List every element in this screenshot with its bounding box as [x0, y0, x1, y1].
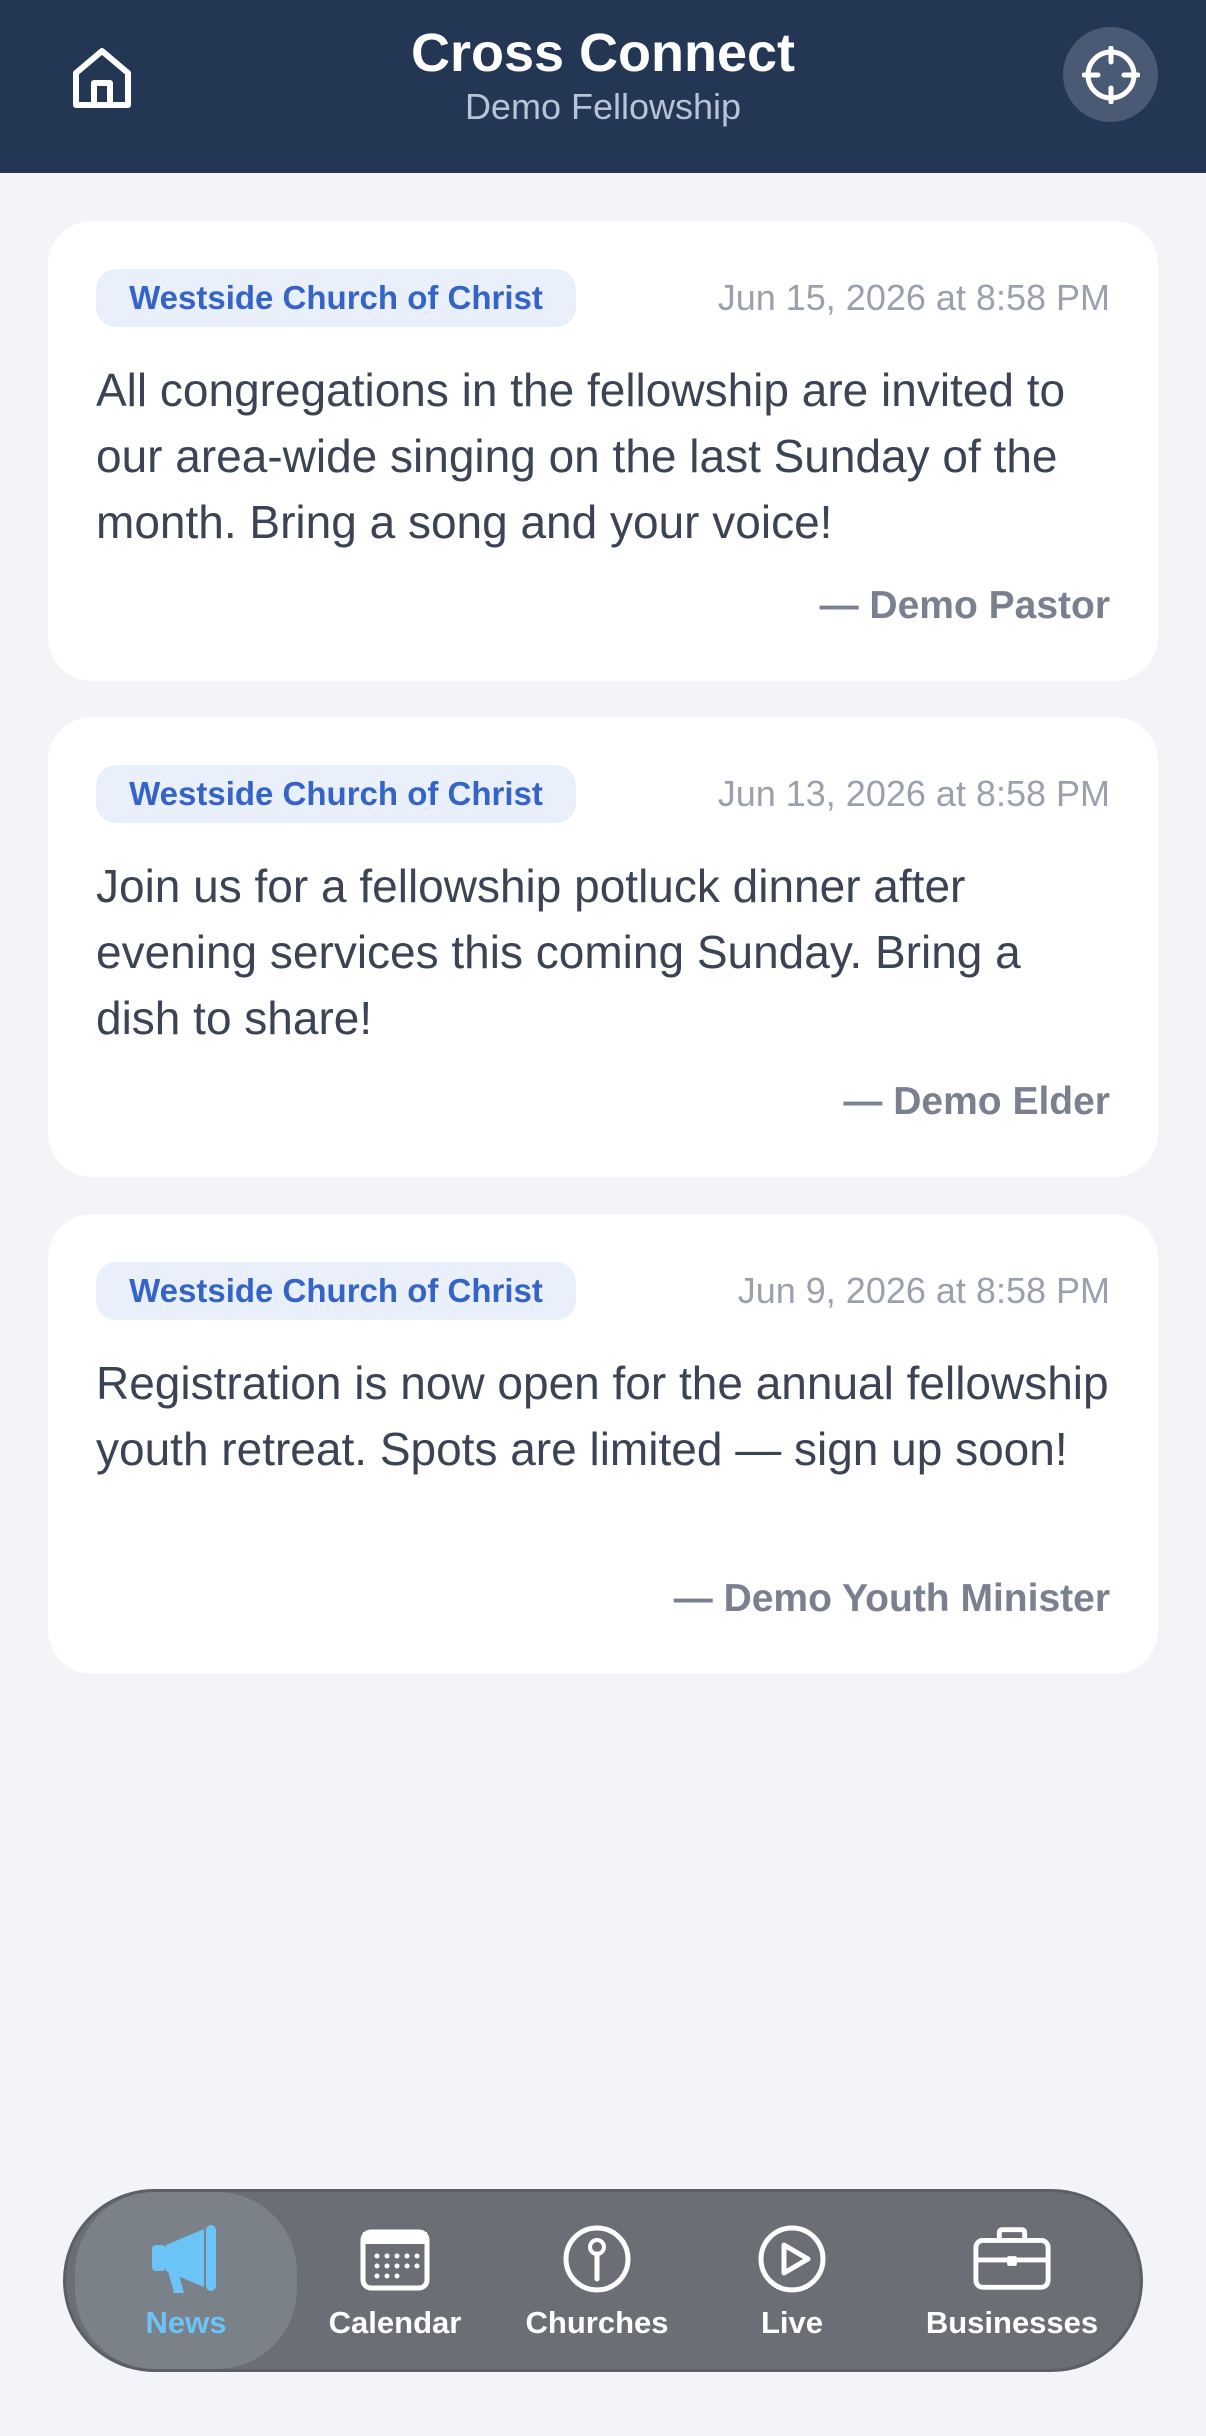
post-body: All congregations in the fellowship are … — [96, 364, 1066, 548]
post-body: Join us for a fellowship potluck dinner … — [96, 860, 1021, 1044]
post-author: — Demo Youth Minister — [673, 1577, 1110, 1620]
post-date: Jun 13, 2026 at 8:58 PM — [717, 773, 1110, 814]
post-author: — Demo Elder — [843, 1080, 1110, 1123]
church-tag[interactable]: Westside Church of Christ — [96, 1262, 576, 1320]
news-card[interactable]: Westside Church of Christ Jun 9, 2026 at… — [48, 1214, 1158, 1674]
tab-news[interactable]: News — [75, 2192, 297, 2369]
tab-label: Live — [760, 2304, 824, 2340]
tab-label: Churches — [525, 2304, 669, 2340]
post-date: Jun 15, 2026 at 8:58 PM — [717, 277, 1110, 318]
tab-businesses[interactable]: Businesses — [912, 2192, 1112, 2369]
app-subtitle: Demo Fellowship — [464, 86, 742, 127]
map-pin-icon — [557, 2219, 637, 2299]
news-card[interactable]: Westside Church of Christ Jun 13, 2026 a… — [48, 717, 1158, 1177]
tab-label: Businesses — [925, 2304, 1099, 2340]
news-screen: Cross Connect Demo Fellowship Westside C… — [0, 0, 1206, 2436]
play-icon — [752, 2219, 832, 2299]
tab-calendar[interactable]: Calendar — [320, 2192, 470, 2369]
title-block: Cross Connect Demo Fellowship — [0, 20, 1206, 128]
tab-label: Calendar — [328, 2304, 462, 2340]
megaphone-icon — [146, 2219, 226, 2299]
tab-label: News — [145, 2304, 227, 2340]
post-body: Registration is now open for the annual … — [96, 1357, 1109, 1475]
app-title: Cross Connect — [410, 23, 796, 83]
post-author: — Demo Pastor — [819, 584, 1110, 627]
app-header: Cross Connect Demo Fellowship — [0, 0, 1206, 173]
church-tag[interactable]: Westside Church of Christ — [96, 269, 576, 327]
news-card[interactable]: Westside Church of Christ Jun 15, 2026 a… — [48, 221, 1158, 681]
crosshair-icon — [1081, 45, 1140, 104]
briefcase-icon — [972, 2219, 1052, 2299]
tab-churches[interactable]: Churches — [502, 2192, 692, 2369]
locate-button[interactable] — [1063, 27, 1158, 122]
post-date: Jun 9, 2026 at 8:58 PM — [737, 1270, 1110, 1311]
calendar-icon — [355, 2219, 435, 2299]
church-tag[interactable]: Westside Church of Christ — [96, 765, 576, 823]
bottom-tab-bar: News Calendar Churches Live Businesses — [63, 2189, 1143, 2372]
tab-live[interactable]: Live — [732, 2192, 852, 2369]
